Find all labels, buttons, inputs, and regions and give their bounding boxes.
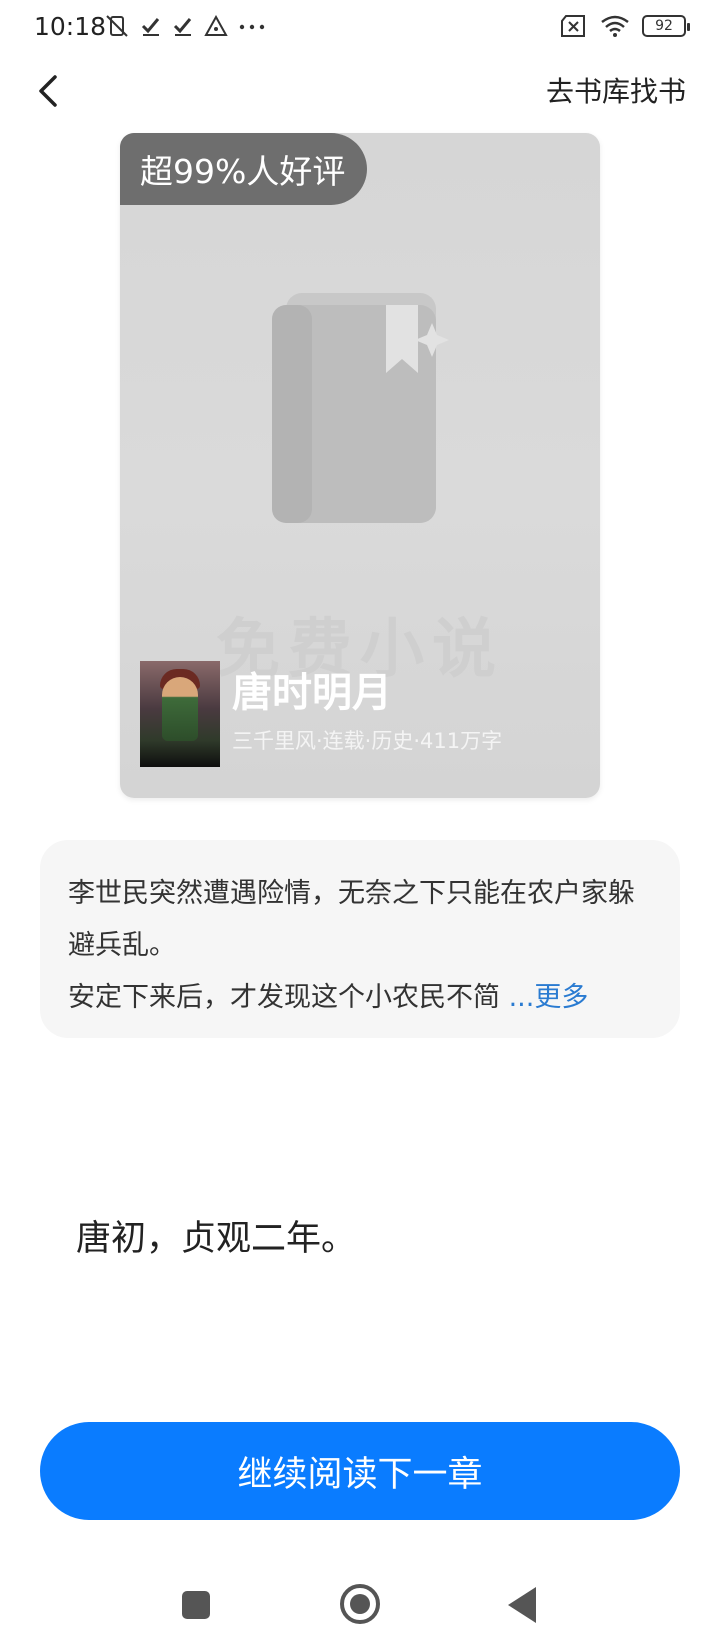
summary-text-tail: 安定下来后，才发现这个小农民不简 <box>68 982 500 1013</box>
find-book-link[interactable]: 去书库找书 <box>546 70 686 110</box>
battery-icon: 92 <box>642 15 690 37</box>
top-nav: 去书库找书 <box>0 56 720 128</box>
warning-triangle-icon <box>204 15 228 36</box>
book-thumbnail <box>140 661 220 767</box>
status-icons-left <box>104 14 266 38</box>
more-link[interactable]: ...更多 <box>509 982 589 1013</box>
status-bar: 10:18 92 <box>0 0 720 56</box>
chevron-left-icon <box>39 75 57 107</box>
book-meta: 唐时明月 三千里风·连载·历史·411万字 <box>232 661 502 755</box>
cover-info: 唐时明月 三千里风·连载·历史·411万字 <box>140 661 502 767</box>
recent-apps-icon[interactable] <box>182 1591 210 1619</box>
sim-x-icon <box>561 15 585 37</box>
book-placeholder-icon <box>272 293 449 523</box>
book-title: 唐时明月 <box>232 670 392 716</box>
summary-text: 李世民突然遭遇险情，无奈之下只能在农户家躲避兵乱。 <box>68 878 635 961</box>
book-subtitle: 三千里风·连载·历史·411万字 <box>232 729 503 753</box>
book-cover-card[interactable]: 超99%人好评 免费小说 唐时明月 三千里风·连载·历史·411万字 <box>120 133 600 798</box>
status-icons-right: 92 <box>560 14 690 38</box>
back-triangle-icon[interactable] <box>508 1587 536 1623</box>
check-icon <box>173 18 192 36</box>
more-dots-icon <box>239 24 265 30</box>
battery-level: 92 <box>655 18 673 34</box>
home-icon[interactable] <box>340 1584 380 1624</box>
mute-vibrate-icon <box>106 15 128 37</box>
continue-reading-button[interactable]: 继续阅读下一章 <box>40 1422 680 1520</box>
back-button[interactable] <box>26 66 70 116</box>
summary-text-line2: 安定下来后，才发现这个小农民不简 ...更多 <box>68 972 652 1024</box>
wifi-icon <box>601 15 629 37</box>
check-icon <box>141 18 160 36</box>
rating-badge: 超99%人好评 <box>120 133 368 205</box>
system-nav-bar <box>0 1565 720 1650</box>
status-time: 10:18 <box>34 12 107 41</box>
book-summary: 李世民突然遭遇险情，无奈之下只能在农户家躲避兵乱。 安定下来后，才发现这个小农民… <box>40 840 680 1038</box>
chapter-first-line: 唐初，贞观二年。 <box>76 1219 357 1259</box>
